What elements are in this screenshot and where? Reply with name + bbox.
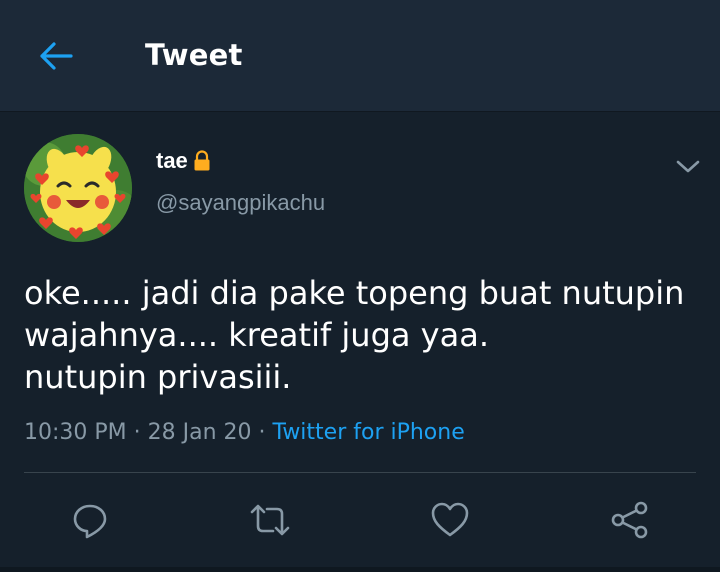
tweet-menu-button[interactable]	[670, 152, 706, 182]
retweet-icon	[250, 504, 290, 536]
top-app-bar: Tweet	[0, 0, 720, 112]
author-name-row[interactable]: tae	[156, 148, 212, 174]
tweet-detail: tae @sayangpikachu oke..... jadi dia pak…	[0, 112, 720, 572]
avatar[interactable]	[24, 134, 132, 242]
like-button[interactable]	[428, 498, 472, 542]
tweet-text-line: nutupin privasiii.	[24, 358, 292, 396]
reply-icon	[73, 504, 107, 539]
divider	[24, 472, 696, 473]
tweet-time: 10:30 PM	[24, 420, 127, 445]
bottom-divider	[0, 567, 720, 572]
lock-icon	[192, 150, 212, 172]
pikachu-with-hearts-avatar	[24, 134, 132, 242]
arrow-left-icon	[40, 42, 73, 70]
tweet-text: oke..... jadi dia pake topeng buat nutup…	[24, 272, 704, 398]
heart-icon	[431, 502, 469, 537]
page-title: Tweet	[145, 38, 243, 72]
tweet-date: 28 Jan 20	[147, 420, 252, 445]
tweet-actions-bar	[0, 490, 720, 550]
back-button[interactable]	[28, 32, 84, 80]
tweet-source-link[interactable]: Twitter for iPhone	[273, 420, 465, 445]
retweet-button[interactable]	[248, 498, 292, 542]
user-handle[interactable]: @sayangpikachu	[156, 190, 325, 216]
reply-button[interactable]	[68, 498, 112, 542]
share-button[interactable]	[608, 498, 652, 542]
display-name[interactable]: tae	[156, 148, 188, 174]
tweet-text-line: oke..... jadi dia pake topeng buat nutup…	[24, 274, 685, 312]
tweet-text-line: wajahnya.... kreatif juga yaa.	[24, 316, 489, 354]
chevron-down-icon	[676, 160, 700, 173]
share-icon	[611, 501, 648, 539]
tweet-metadata: 10:30 PM · 28 Jan 20 · Twitter for iPhon…	[24, 420, 465, 445]
meta-separator: ·	[251, 420, 273, 445]
meta-separator: ·	[126, 420, 148, 445]
